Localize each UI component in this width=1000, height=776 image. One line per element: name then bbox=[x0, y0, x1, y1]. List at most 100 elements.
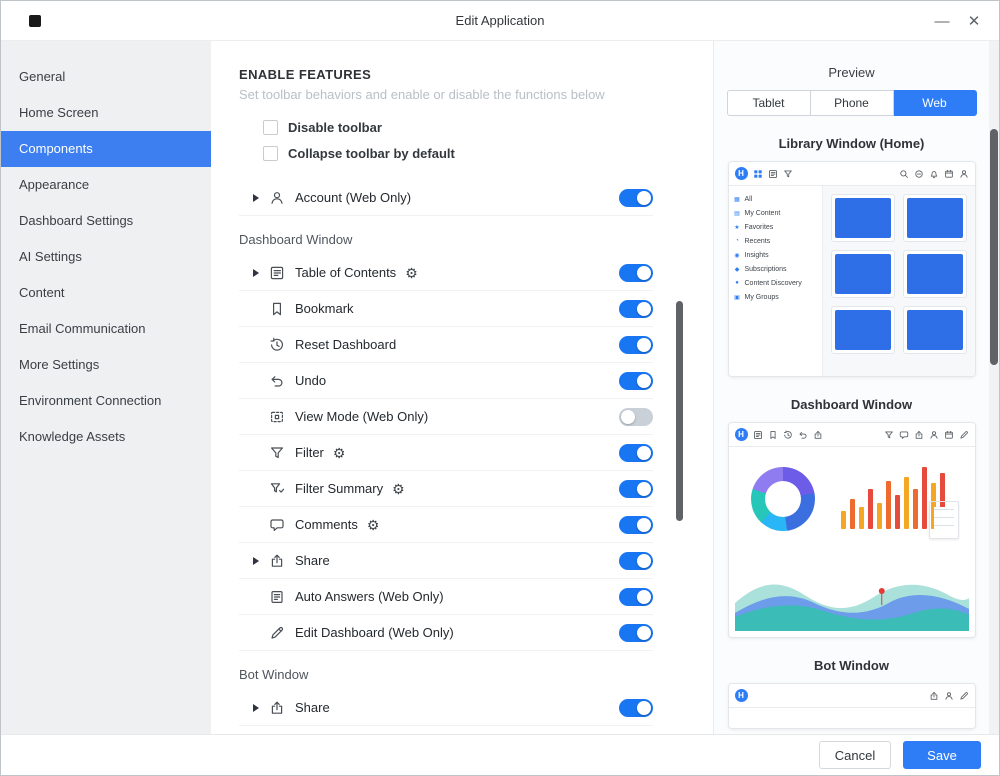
clock-icon: ◔ bbox=[735, 238, 739, 244]
settings-gear-icon[interactable]: ⚙ bbox=[405, 266, 418, 280]
sidebar-item-environment-connection[interactable]: Environment Connection bbox=[1, 383, 211, 419]
cancel-button[interactable]: Cancel bbox=[819, 741, 891, 769]
discovery-icon: ● bbox=[735, 280, 739, 286]
collapse-toolbar-checkbox[interactable] bbox=[263, 145, 278, 161]
feature-row-comments: Comments ⚙ bbox=[239, 507, 653, 543]
feature-label: Filter bbox=[295, 445, 324, 460]
components-settings-pane: ENABLE FEATURES Set toolbar behaviors an… bbox=[211, 41, 713, 734]
sidebar-item-dashboard-settings[interactable]: Dashboard Settings bbox=[1, 203, 211, 239]
bot-preview-toolbar: H bbox=[728, 684, 975, 708]
library-nav: ▦ All ▤ My Content ★ Favorites ◔ Recents ◉ In… bbox=[728, 186, 823, 376]
groups-icon: ▣ bbox=[734, 294, 740, 301]
close-button[interactable]: ✕ bbox=[961, 9, 987, 33]
main-scrollbar-thumb[interactable] bbox=[676, 301, 683, 521]
share-icon bbox=[929, 691, 939, 701]
view-mode-toggle[interactable] bbox=[619, 407, 653, 426]
filter-icon bbox=[269, 445, 293, 461]
expand-caret-icon[interactable] bbox=[253, 194, 269, 202]
edit-icon bbox=[269, 625, 293, 641]
settings-gear-icon[interactable]: ⚙ bbox=[367, 518, 380, 532]
undo-toggle[interactable] bbox=[619, 371, 653, 390]
settings-sidebar: General Home Screen Components Appearanc… bbox=[1, 41, 211, 734]
feature-label: Table of Contents bbox=[295, 265, 397, 280]
feature-label: Bookmark bbox=[295, 301, 354, 316]
feature-label: Share bbox=[295, 553, 330, 568]
account-toggle[interactable] bbox=[619, 188, 653, 207]
sidebar-item-home-screen[interactable]: Home Screen bbox=[1, 95, 211, 131]
app-logo: H bbox=[734, 689, 748, 702]
app-logo: H bbox=[734, 167, 748, 180]
filter-summary-toggle[interactable] bbox=[619, 479, 653, 498]
section-label-dashboard-window: Dashboard Window bbox=[239, 232, 353, 247]
dashboard-preview-toolbar: H bbox=[728, 423, 975, 447]
share-toggle[interactable] bbox=[619, 551, 653, 570]
settings-gear-icon[interactable]: ⚙ bbox=[392, 482, 405, 496]
window-scrollbar-thumb[interactable] bbox=[990, 129, 998, 365]
calendar-icon bbox=[944, 430, 954, 440]
settings-gear-icon[interactable]: ⚙ bbox=[333, 446, 346, 460]
feature-row-edit-dashboard: Edit Dashboard (Web Only) bbox=[239, 615, 653, 651]
sidebar-item-general[interactable]: General bbox=[1, 59, 211, 95]
sidebar-item-knowledge-assets[interactable]: Knowledge Assets bbox=[1, 419, 211, 455]
save-button[interactable]: Save bbox=[903, 741, 981, 769]
tab-web[interactable]: Web bbox=[893, 90, 977, 116]
sidebar-item-more-settings[interactable]: More Settings bbox=[1, 347, 211, 383]
expand-caret-icon[interactable] bbox=[253, 704, 269, 712]
feature-row-filter-summary: Filter Summary ⚙ bbox=[239, 471, 653, 507]
grid-icon: ▦ bbox=[734, 196, 740, 203]
expand-caret-icon[interactable] bbox=[253, 557, 269, 565]
library-tile bbox=[902, 250, 967, 298]
sidebar-item-content[interactable]: Content bbox=[1, 275, 211, 311]
edit-application-dialog: Edit Application — ✕ General Home Screen… bbox=[0, 0, 1000, 776]
feature-label: Reset Dashboard bbox=[295, 337, 397, 352]
mini-donut-chart bbox=[750, 467, 815, 531]
auto-answers-toggle[interactable] bbox=[619, 587, 653, 606]
feature-row-share: Share bbox=[239, 543, 653, 579]
user-icon bbox=[944, 691, 954, 701]
tab-tablet[interactable]: Tablet bbox=[726, 90, 811, 116]
notifications-bell-icon bbox=[929, 169, 939, 179]
zoom-out-icon bbox=[914, 169, 924, 179]
dialog-footer: Cancel Save bbox=[1, 734, 999, 775]
sidebar-item-appearance[interactable]: Appearance bbox=[1, 167, 211, 203]
app-logo: H bbox=[734, 428, 748, 441]
reset-dashboard-toggle[interactable] bbox=[619, 335, 653, 354]
feature-row-bookmark: Bookmark bbox=[239, 291, 653, 327]
preview-panel: Preview Tablet Phone Web Library Window … bbox=[713, 41, 989, 734]
feature-row-account: Account (Web Only) bbox=[239, 180, 653, 216]
library-nav-item-my-groups: ▣ My Groups bbox=[734, 293, 779, 301]
filter-toggle[interactable] bbox=[619, 443, 653, 462]
enable-features-subheading: Set toolbar behaviors and enable or disa… bbox=[239, 87, 605, 102]
edit-dashboard-toggle[interactable] bbox=[619, 623, 653, 642]
disable-toolbar-checkbox[interactable] bbox=[263, 119, 278, 135]
checkbox-label: Collapse toolbar by default bbox=[288, 145, 455, 161]
feature-row-reset-dashboard: Reset Dashboard bbox=[239, 327, 653, 363]
bookmark-toggle[interactable] bbox=[619, 299, 653, 318]
table-of-contents-toggle[interactable] bbox=[619, 263, 653, 282]
comments-icon bbox=[899, 430, 909, 440]
user-icon bbox=[929, 430, 939, 440]
minimize-button[interactable]: — bbox=[929, 9, 955, 33]
feature-row-undo: Undo bbox=[239, 363, 653, 399]
window-scrollbar-track[interactable] bbox=[989, 41, 999, 734]
edit-icon bbox=[959, 691, 969, 701]
undo-icon bbox=[269, 373, 293, 389]
checkbox-label: Disable toolbar bbox=[288, 119, 382, 135]
comments-toggle[interactable] bbox=[619, 515, 653, 534]
mini-area-chart bbox=[734, 553, 969, 631]
sidebar-item-components[interactable]: Components bbox=[1, 131, 211, 167]
star-icon: ★ bbox=[734, 224, 740, 231]
library-nav-item-my-content: ▤ My Content bbox=[734, 209, 781, 217]
insight-icon: ◉ bbox=[734, 252, 740, 259]
feature-label: Comments bbox=[295, 517, 358, 532]
bot-share-toggle[interactable] bbox=[619, 698, 653, 717]
account-icon bbox=[269, 190, 293, 206]
sidebar-item-ai-settings[interactable]: AI Settings bbox=[1, 239, 211, 275]
feature-label: Filter Summary bbox=[295, 481, 384, 496]
sidebar-item-email-communication[interactable]: Email Communication bbox=[1, 311, 211, 347]
expand-caret-icon[interactable] bbox=[253, 269, 269, 277]
library-preview-toolbar: H bbox=[728, 162, 975, 186]
tab-phone[interactable]: Phone bbox=[810, 90, 894, 116]
library-window-title: Library Window (Home) bbox=[778, 136, 925, 151]
dashboard-window-preview: H bbox=[727, 422, 976, 638]
